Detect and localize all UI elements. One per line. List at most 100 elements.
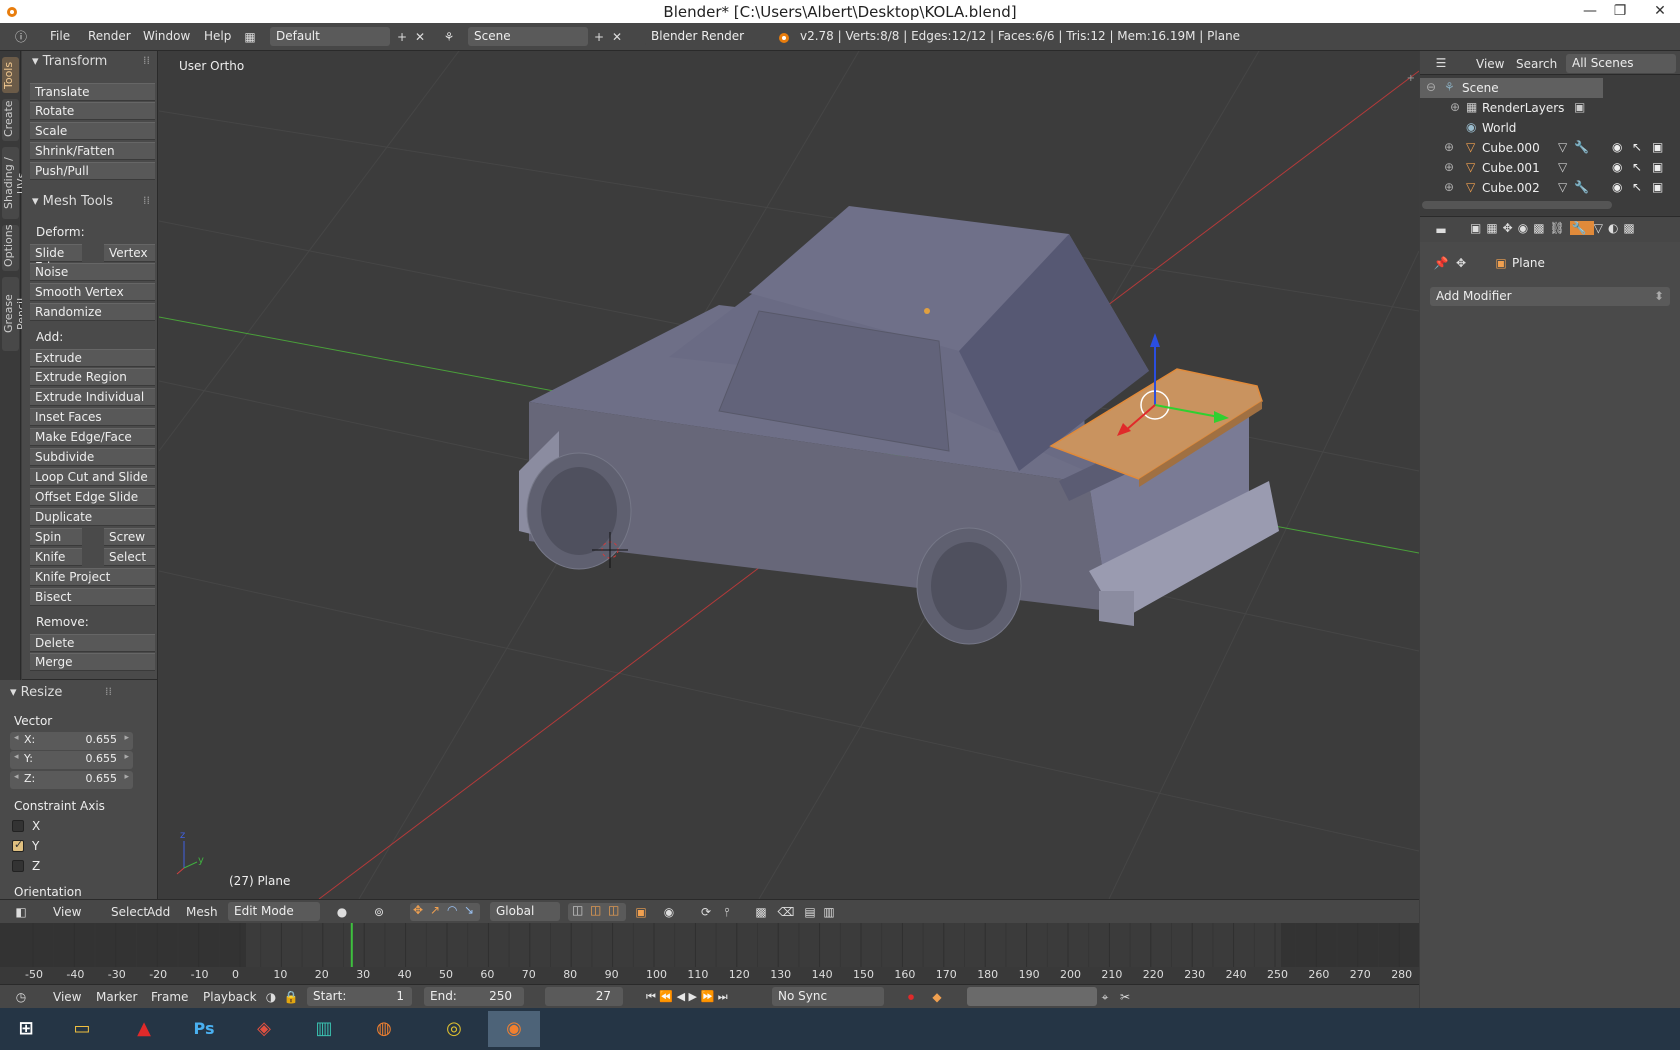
properties-editor-icon[interactable]: ▬: [1432, 221, 1450, 239]
scale-manipulator-icon[interactable]: ↘: [464, 903, 474, 917]
visibility-eye-icon[interactable]: ◉: [1612, 180, 1622, 194]
viewport-shading-icon[interactable]: ●: [333, 903, 351, 921]
photoshop-icon[interactable]: Ps: [178, 1011, 230, 1047]
render-camera-icon[interactable]: ▣: [1652, 180, 1663, 194]
maximize-button[interactable]: ❐: [1605, 0, 1635, 23]
offset-edge-slide-button[interactable]: Offset Edge Slide: [30, 488, 155, 506]
extrude-region-button[interactable]: Extrude Region: [30, 368, 155, 386]
layout-field[interactable]: Default: [270, 27, 390, 46]
pivot-point-icon[interactable]: ⊚: [370, 903, 388, 921]
inset-faces-button[interactable]: Inset Faces: [30, 408, 155, 426]
minimize-button[interactable]: —: [1575, 0, 1605, 23]
snap-element-icon[interactable]: ▩: [752, 903, 770, 921]
constraint-y-checkbox[interactable]: ✓: [12, 838, 24, 852]
outliner-editor-icon[interactable]: ☰: [1432, 54, 1450, 72]
animation-render-icon[interactable]: ▥: [820, 903, 838, 921]
proportional-falloff-icon[interactable]: ⟳: [697, 903, 715, 921]
timeline-editor[interactable]: -50 -40 -30 -20 -10 0 10 20 30 40 50 60 70 80 90 100 110…: [0, 923, 1419, 984]
properties-context-tabs[interactable]: ▣▦✥◉▩⛓ 🔧 ▽◐▩: [1470, 221, 1640, 235]
expand-icon[interactable]: ⊕: [1444, 140, 1454, 154]
vector-y-field[interactable]: ◂ Y: 0.655 ▸: [10, 751, 133, 769]
file-explorer-icon[interactable]: ▭: [56, 1011, 108, 1047]
visibility-eye-icon[interactable]: ◉: [1612, 160, 1622, 174]
tab-grease-pencil[interactable]: Grease Pencil: [2, 277, 28, 351]
remove-scene-icon[interactable]: ✕: [608, 28, 626, 46]
vector-x-field[interactable]: ◂ X: 0.655 ▸: [10, 732, 133, 750]
select-arrow-icon[interactable]: ↖: [1632, 180, 1642, 194]
translate-manipulator-icon[interactable]: ↗: [430, 903, 440, 917]
shrink-fatten-button[interactable]: Shrink/Fatten: [30, 142, 155, 160]
spin-button[interactable]: Spin: [30, 528, 82, 546]
insert-keyframe-icon[interactable]: ⌖: [1096, 988, 1114, 1006]
outliner-view-menu[interactable]: View: [1476, 57, 1504, 71]
menu-window[interactable]: Window: [143, 29, 190, 43]
screw-button[interactable]: Screw: [104, 528, 155, 546]
sync-mode-select[interactable]: No Sync: [772, 987, 884, 1006]
constraint-x-checkbox[interactable]: [12, 820, 24, 832]
slide-edge-button[interactable]: Slide Ed: [30, 244, 82, 274]
extrude-button[interactable]: Extrude: [30, 349, 155, 367]
auto-keyframe-icon[interactable]: ⏺: [902, 988, 920, 1006]
mesh-menu[interactable]: Mesh: [186, 905, 218, 919]
blender-taskbar-icon[interactable]: ◉: [488, 1011, 540, 1047]
info-editor-icon[interactable]: ⓘ: [12, 28, 30, 46]
keying-set-field[interactable]: [967, 987, 1097, 1006]
push-pull-button[interactable]: Push/Pull: [30, 162, 155, 180]
loop-cut-button[interactable]: Loop Cut and Slide: [30, 468, 155, 486]
outliner-row-world[interactable]: ◉ World: [1420, 118, 1680, 138]
expand-icon[interactable]: ⊖: [1426, 80, 1436, 94]
playback-menu[interactable]: Playback: [203, 990, 257, 1004]
bisect-button[interactable]: Bisect: [30, 588, 155, 606]
constraint-z-checkbox[interactable]: [12, 860, 24, 872]
vector-z-field[interactable]: ◂ Z: 0.655 ▸: [10, 771, 133, 789]
scene-icon[interactable]: ⚘: [440, 28, 458, 46]
remove-layout-icon[interactable]: ✕: [411, 28, 429, 46]
outliner-row-scene[interactable]: ⊖ ⚘ Scene: [1420, 78, 1603, 98]
current-frame-field[interactable]: 27: [545, 987, 623, 1006]
knife-project-button[interactable]: Knife Project: [30, 568, 155, 586]
make-edge-face-button[interactable]: Make Edge/Face: [30, 428, 155, 446]
firefox-icon[interactable]: ◍: [358, 1011, 410, 1047]
sketchup-icon[interactable]: ◈: [238, 1011, 290, 1047]
opengl-render-icon[interactable]: ⌫: [777, 903, 795, 921]
vertex-select-icon[interactable]: ◫: [572, 903, 583, 917]
add-modifier-button[interactable]: Add Modifier ⬍: [1430, 287, 1670, 306]
viewport-scene[interactable]: z y: [159, 51, 1419, 899]
menu-file[interactable]: File: [50, 29, 70, 43]
menu-help[interactable]: Help: [204, 29, 231, 43]
start-frame-field[interactable]: Start: 1: [307, 987, 412, 1006]
lock-range-icon[interactable]: 🔒: [282, 988, 300, 1006]
maya-icon[interactable]: ▥: [298, 1011, 350, 1047]
jump-start-button[interactable]: ⏮ ⏪ ◀ ▶ ⏩ ⏭: [646, 990, 728, 1004]
vertex-slide-button[interactable]: Vertex: [104, 244, 155, 262]
editor-type-icon[interactable]: ◧: [12, 903, 30, 921]
render-engine-select[interactable]: Blender Render: [645, 27, 755, 46]
translate-button[interactable]: Translate: [30, 83, 155, 101]
timeline-view-menu[interactable]: View: [53, 990, 81, 1004]
subdivide-button[interactable]: Subdivide: [30, 448, 155, 466]
expand-icon[interactable]: ⊕: [1450, 100, 1460, 114]
pin-icon[interactable]: 📌: [1432, 254, 1450, 272]
add-scene-icon[interactable]: +: [590, 28, 608, 46]
acrobat-icon[interactable]: ▲: [118, 1011, 170, 1047]
timeline-editor-type-icon[interactable]: ◷: [12, 988, 30, 1006]
outliner-filter-select[interactable]: All Scenes: [1566, 54, 1676, 73]
outliner-row-cube-002[interactable]: ⊕ ▽ Cube.002 ▽ 🔧 ◉ ↖ ▣: [1420, 178, 1680, 198]
menu-render[interactable]: Render: [88, 29, 131, 43]
close-window-button[interactable]: ✕: [1645, 0, 1675, 23]
knife-button[interactable]: Knife: [30, 548, 82, 566]
render-camera-icon[interactable]: ▣: [1652, 160, 1663, 174]
delete-button[interactable]: Delete: [30, 634, 155, 652]
expand-icon[interactable]: ⊕: [1444, 160, 1454, 174]
manipulator-toggle-group[interactable]: ✥ ↗ ◠ ↘: [410, 903, 480, 921]
extrude-individual-button[interactable]: Extrude Individual: [30, 388, 155, 406]
car-model[interactable]: [519, 206, 1279, 645]
visibility-eye-icon[interactable]: ◉: [1612, 140, 1622, 154]
mesh-tools-panel-header[interactable]: ▾ Mesh Tools ⁞⁞: [22, 194, 157, 214]
resize-panel-title[interactable]: ▾ Resize ⁞⁞: [0, 685, 136, 705]
tab-options[interactable]: Options: [2, 225, 19, 271]
add-menu[interactable]: Add: [147, 905, 170, 919]
outliner-row-cube-001[interactable]: ⊕ ▽ Cube.001 ▽ ◉ ↖ ▣: [1420, 158, 1680, 178]
scene-field[interactable]: Scene: [468, 27, 588, 46]
current-frame-indicator[interactable]: [350, 923, 353, 967]
